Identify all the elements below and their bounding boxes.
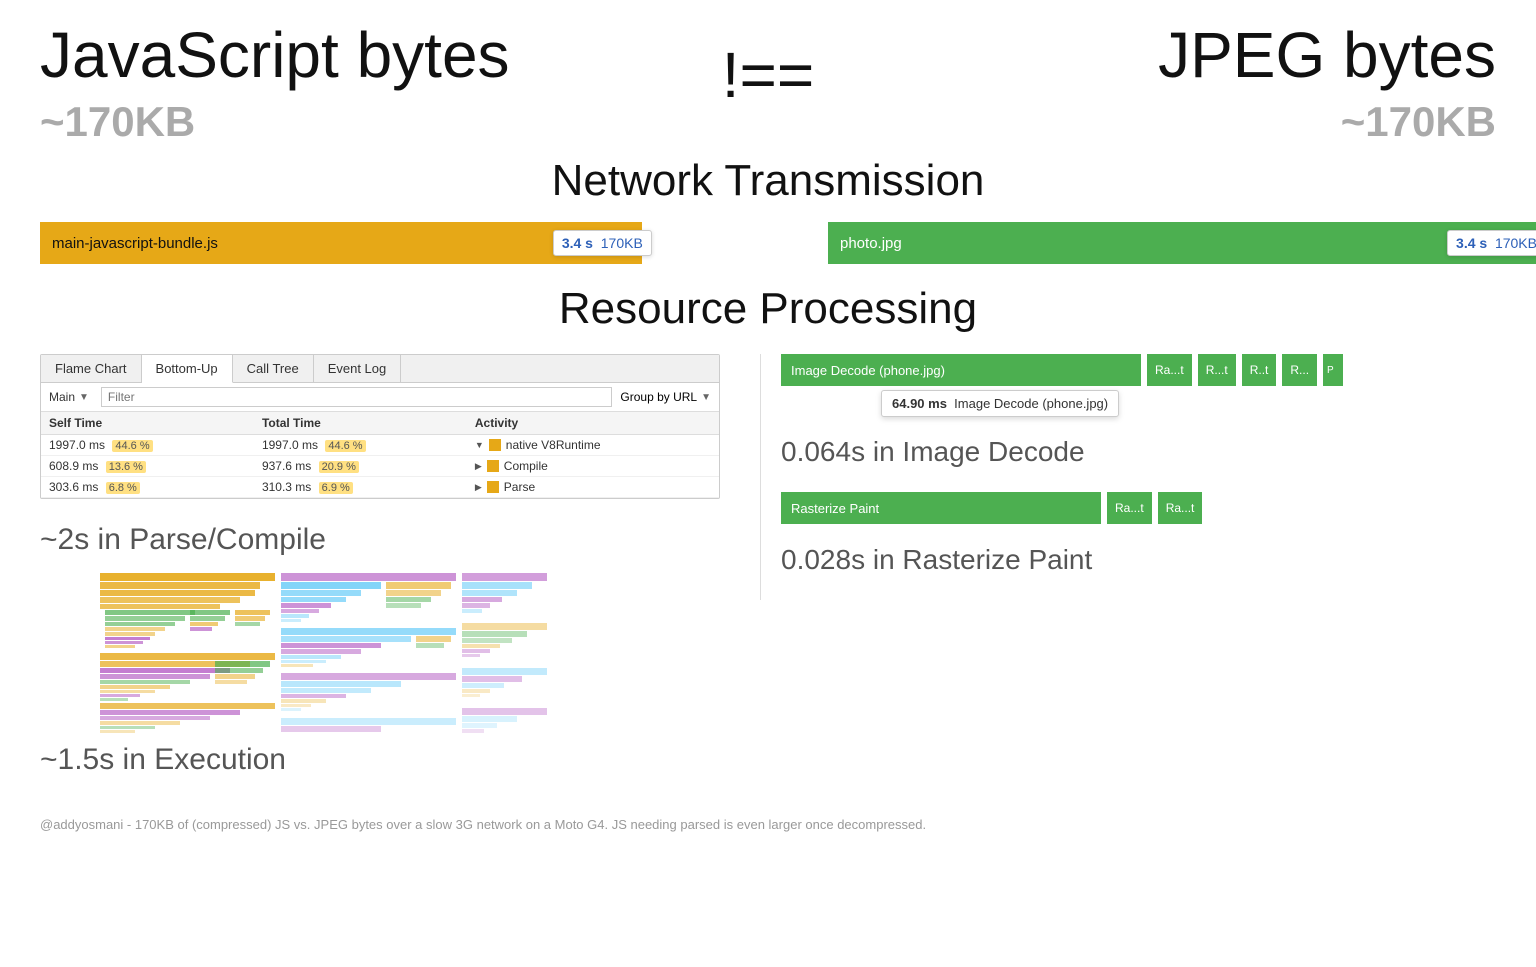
jpeg-bar-container: photo.jpg 3.4 s 170KB: [788, 222, 1496, 264]
expand-icon-1[interactable]: ▼: [475, 440, 484, 450]
main-content: Flame Chart Bottom-Up Call Tree Event Lo…: [40, 354, 1496, 787]
self-time-3: 303.6 ms 6.8 %: [41, 477, 254, 498]
total-pct-2: 20.9 %: [319, 461, 359, 473]
devtools-tabs: Flame Chart Bottom-Up Call Tree Event Lo…: [41, 355, 719, 383]
network-bars-row: main-javascript-bundle.js 3.4 s 170KB ph…: [40, 222, 1496, 264]
flame-chart-visual: [100, 573, 720, 733]
flame-svg-2: [281, 573, 456, 733]
rasterize-section: Rasterize Paint Ra...t Ra...t 0.028s in …: [781, 492, 1496, 576]
js-bytes-title: JavaScript bytes: [40, 20, 668, 90]
image-decode-section: Image Decode (phone.jpg) Ra...t R...t R.…: [781, 354, 1496, 468]
jpeg-tooltip-size: 170KB: [1495, 235, 1536, 251]
jpeg-bytes-section: JPEG bytes ~170KB: [868, 20, 1496, 146]
group-by-url: Group by URL ▼: [620, 390, 711, 404]
rasterize-bar: Rasterize Paint: [781, 492, 1101, 524]
image-decode-small-4: R...: [1282, 354, 1317, 386]
tab-bottom-up[interactable]: Bottom-Up: [142, 355, 233, 383]
image-decode-bars: Image Decode (phone.jpg) Ra...t R...t R.…: [781, 354, 1496, 386]
jpeg-network-bar: photo.jpg 3.4 s 170KB: [828, 222, 1536, 264]
activity-icon-3: [487, 481, 499, 493]
js-bar-tooltip: 3.4 s 170KB: [553, 230, 652, 256]
left-panel: Flame Chart Bottom-Up Call Tree Event Lo…: [40, 354, 720, 787]
activity-3: ▶ Parse: [467, 477, 719, 498]
self-time-2: 608.9 ms 13.6 %: [41, 456, 254, 477]
js-size: ~170KB: [40, 98, 668, 146]
total-pct-1: 44.6 %: [325, 440, 365, 452]
total-time-1: 1997.0 ms 44.6 %: [254, 435, 467, 456]
image-decode-tooltip: 64.90 ms Image Decode (phone.jpg): [881, 390, 1119, 417]
neq-section: !==: [668, 20, 868, 110]
col-total-time: Total Time: [254, 412, 467, 435]
self-time-1: 1997.0 ms 44.6 %: [41, 435, 254, 456]
col-self-time: Self Time: [41, 412, 254, 435]
right-panel: Image Decode (phone.jpg) Ra...t R...t R.…: [760, 354, 1496, 600]
rasterize-small-2: Ra...t: [1158, 492, 1203, 524]
group-dropdown-arrow: ▼: [701, 392, 711, 403]
js-bar-label: main-javascript-bundle.js: [52, 235, 218, 252]
main-selector: Main ▼: [49, 390, 89, 404]
jpeg-bar-tooltip: 3.4 s 170KB: [1447, 230, 1536, 256]
table-row: 303.6 ms 6.8 % 310.3 ms 6.9 % ▶: [41, 477, 719, 498]
js-tooltip-time: 3.4 s: [562, 235, 593, 251]
activity-2: ▶ Compile: [467, 456, 719, 477]
js-network-bar: main-javascript-bundle.js 3.4 s 170KB: [40, 222, 642, 264]
flame-svg-1: [100, 573, 275, 733]
execution-note: ~1.5s in Execution: [40, 743, 720, 777]
total-pct-3: 6.9 %: [319, 482, 353, 494]
js-bytes-section: JavaScript bytes ~170KB: [40, 20, 668, 146]
flame-svg-3: [462, 573, 547, 733]
expand-icon-3[interactable]: ▶: [475, 482, 482, 493]
total-time-2: 937.6 ms 20.9 %: [254, 456, 467, 477]
devtools-panel: Flame Chart Bottom-Up Call Tree Event Lo…: [40, 354, 720, 499]
self-pct-1: 44.6 %: [112, 440, 152, 452]
rasterize-small-1: Ra...t: [1107, 492, 1152, 524]
neq-symbol: !==: [668, 30, 868, 110]
main-dropdown-arrow: ▼: [79, 392, 89, 403]
image-decode-small-2: R...t: [1198, 354, 1236, 386]
devtools-toolbar: Main ▼ Group by URL ▼: [41, 383, 719, 412]
jpeg-size: ~170KB: [868, 98, 1496, 146]
expand-icon-2[interactable]: ▶: [475, 461, 482, 472]
jpeg-tooltip-time: 3.4 s: [1456, 235, 1487, 251]
image-decode-bar: Image Decode (phone.jpg): [781, 354, 1141, 386]
jpeg-bytes-title: JPEG bytes: [868, 20, 1496, 90]
table-row: 1997.0 ms 44.6 % 1997.0 ms 44.6 % ▼: [41, 435, 719, 456]
resource-processing-title: Resource Processing: [40, 284, 1496, 334]
js-tooltip-size: 170KB: [601, 235, 643, 251]
table-header-row: Self Time Total Time Activity: [41, 412, 719, 435]
image-decode-small-1: Ra...t: [1147, 354, 1192, 386]
activity-icon-1: [489, 439, 501, 451]
activity-1: ▼ native V8Runtime: [467, 435, 719, 456]
col-activity: Activity: [467, 412, 719, 435]
rasterize-bars: Rasterize Paint Ra...t Ra...t: [781, 492, 1496, 524]
parse-compile-note: ~2s in Parse/Compile: [40, 523, 720, 557]
table-row: 608.9 ms 13.6 % 937.6 ms 20.9 % ▶: [41, 456, 719, 477]
image-decode-note: 0.064s in Image Decode: [781, 436, 1496, 468]
filter-input[interactable]: [101, 387, 612, 407]
total-time-3: 310.3 ms 6.9 %: [254, 477, 467, 498]
devtools-table: Self Time Total Time Activity 1997.0 ms …: [41, 412, 719, 498]
tab-call-tree[interactable]: Call Tree: [233, 355, 314, 382]
js-bar-container: main-javascript-bundle.js 3.4 s 170KB: [40, 222, 748, 264]
image-decode-small-3: R..t: [1242, 354, 1277, 386]
activity-icon-2: [487, 460, 499, 472]
rasterize-note: 0.028s in Rasterize Paint: [781, 544, 1496, 576]
jpeg-bar-label: photo.jpg: [840, 235, 902, 252]
network-transmission-title: Network Transmission: [40, 156, 1496, 206]
self-pct-2: 13.6 %: [106, 461, 146, 473]
tab-event-log[interactable]: Event Log: [314, 355, 402, 382]
tab-flame-chart[interactable]: Flame Chart: [41, 355, 142, 382]
self-pct-3: 6.8 %: [106, 482, 140, 494]
image-decode-small-5: P: [1323, 354, 1343, 386]
footer-text: @addyosmani - 170KB of (compressed) JS v…: [40, 817, 1496, 832]
